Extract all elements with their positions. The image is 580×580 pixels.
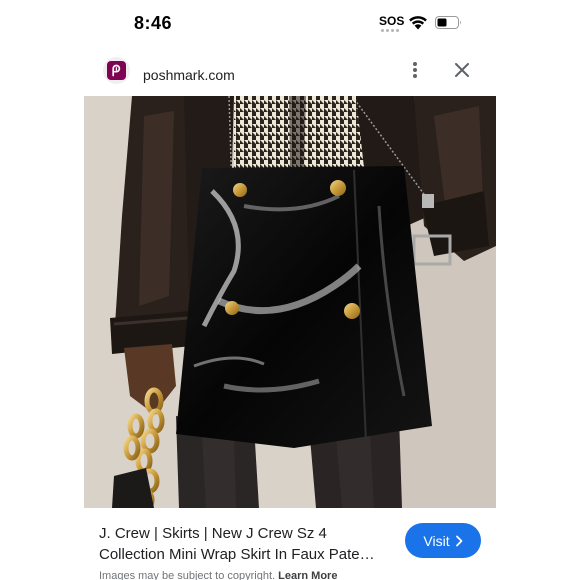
close-icon bbox=[455, 63, 469, 77]
wifi-icon bbox=[409, 16, 427, 30]
copyright-text: Images may be subject to copyright. bbox=[99, 570, 276, 580]
status-time: 8:46 bbox=[134, 13, 173, 33]
status-icons: SOS bbox=[379, 14, 462, 36]
battery-icon bbox=[435, 16, 461, 29]
image-preview-screen: 8:46 SOS poshmark.com J. Crew | Skirts |… bbox=[0, 0, 580, 580]
sos-label: SOS bbox=[379, 14, 405, 28]
copyright-notice: Images may be subject to copyright. Lear… bbox=[99, 570, 337, 580]
product-title[interactable]: J. Crew | Skirts | New J Crew Sz 4 Colle… bbox=[99, 523, 394, 565]
product-title-line-1: J. Crew | Skirts | New J Crew Sz 4 bbox=[99, 525, 327, 542]
product-photo bbox=[84, 96, 496, 508]
learn-more-link[interactable]: Learn More bbox=[278, 570, 337, 580]
product-image[interactable] bbox=[84, 96, 496, 508]
poshmark-logo-mark bbox=[107, 61, 126, 80]
chevron-right-icon bbox=[455, 535, 462, 546]
poshmark-glyph-icon bbox=[112, 64, 121, 77]
sos-indicator: SOS bbox=[379, 14, 405, 36]
more-vertical-icon bbox=[413, 62, 417, 78]
signal-dots bbox=[381, 29, 399, 32]
visit-button[interactable]: Visit bbox=[405, 523, 481, 558]
visit-label: Visit bbox=[423, 532, 450, 549]
site-domain[interactable]: poshmark.com bbox=[143, 67, 235, 83]
more-options-button[interactable] bbox=[404, 58, 426, 82]
poshmark-logo-icon[interactable] bbox=[103, 57, 130, 84]
product-title-line-2: Collection Mini Wrap Skirt In Faux Pate… bbox=[99, 546, 375, 563]
close-button[interactable] bbox=[450, 58, 474, 82]
